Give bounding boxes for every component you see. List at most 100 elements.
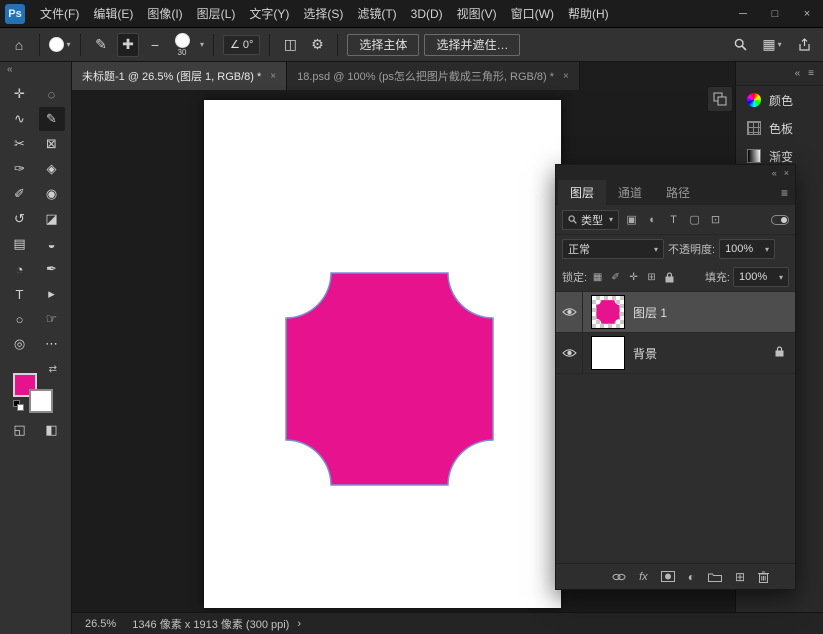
healing-brush-tool[interactable]: ◈ xyxy=(39,157,65,181)
menu-file[interactable]: 文件(F) xyxy=(33,0,86,28)
menu-3d[interactable]: 3D(D) xyxy=(404,0,450,28)
menu-layer[interactable]: 图层(L) xyxy=(190,0,243,28)
magenta-shape[interactable] xyxy=(285,272,495,487)
lock-transparency-icon[interactable]: ▦ xyxy=(590,269,605,285)
filter-toggle[interactable] xyxy=(771,215,789,225)
menu-view[interactable]: 视图(V) xyxy=(450,0,504,28)
select-and-mask-button[interactable]: 选择并遮住… xyxy=(424,34,520,56)
opacity-dropdown[interactable]: 100% ▾ xyxy=(719,239,775,259)
history-brush-tool[interactable]: ↺ xyxy=(7,207,33,231)
brush-angle-field[interactable]: ∠ 0° xyxy=(223,35,260,55)
crop-tool[interactable]: ✂ xyxy=(7,132,33,156)
gradient-tool[interactable]: ▤ xyxy=(7,232,33,256)
menu-help[interactable]: 帮助(H) xyxy=(561,0,616,28)
new-layer-icon[interactable]: ⊞ xyxy=(735,570,745,584)
blend-mode-dropdown[interactable]: 正常 ▾ xyxy=(562,239,664,259)
subtract-from-selection-button[interactable]: − xyxy=(144,33,166,57)
lock-position-icon[interactable]: ✛ xyxy=(626,269,641,285)
brush-size-picker[interactable]: 30 xyxy=(171,33,193,57)
filter-type-layers-icon[interactable]: T xyxy=(665,211,682,228)
collapse-tools-icon[interactable]: « xyxy=(0,62,71,78)
edit-toolbar-button[interactable]: ⋯ xyxy=(39,332,65,356)
pen-tool[interactable]: ✒ xyxy=(39,257,65,281)
close-button[interactable]: × xyxy=(791,0,823,28)
dodge-tool[interactable]: ◔ xyxy=(7,257,33,281)
lock-all-icon[interactable] xyxy=(662,269,677,285)
layer-thumbnail[interactable] xyxy=(591,295,625,329)
menu-window[interactable]: 窗口(W) xyxy=(504,0,561,28)
tab-close-icon[interactable]: × xyxy=(270,71,276,82)
quick-mask-button[interactable]: ◱ xyxy=(7,418,33,442)
filter-smart-objects-icon[interactable]: ⊡ xyxy=(707,211,724,228)
filter-adjustment-layers-icon[interactable]: ◐ xyxy=(644,211,661,228)
panel-menu-icon[interactable]: ≡ xyxy=(774,180,795,205)
layer-thumbnail[interactable] xyxy=(591,336,625,370)
panel-button-swatches[interactable]: 色板 xyxy=(736,114,823,142)
layer-row-layer1[interactable]: 图层 1 xyxy=(556,292,795,333)
swap-colors-icon[interactable]: ⇄ xyxy=(49,364,57,375)
new-selection-button[interactable]: ✎ xyxy=(90,33,112,57)
hand-tool[interactable]: ☞ xyxy=(39,307,65,331)
home-icon[interactable]: ⌂ xyxy=(8,33,30,57)
move-tool[interactable]: ✛ xyxy=(7,82,33,106)
symmetry-icon[interactable]: ◫ xyxy=(279,33,301,57)
new-group-icon[interactable] xyxy=(708,572,722,582)
zoom-tool[interactable]: ◎ xyxy=(7,332,33,356)
marquee-tool[interactable]: ◌ xyxy=(39,82,65,106)
collapse-panel-icon[interactable]: « xyxy=(772,168,777,178)
path-selection-tool[interactable]: ▸ xyxy=(39,282,65,306)
visibility-toggle[interactable] xyxy=(556,333,583,374)
menu-type[interactable]: 文字(Y) xyxy=(242,0,296,28)
zoom-level[interactable]: 26.5% xyxy=(85,618,116,630)
delete-layer-icon[interactable] xyxy=(758,571,769,583)
layer-name[interactable]: 图层 1 xyxy=(633,304,667,321)
menu-select[interactable]: 选择(S) xyxy=(296,0,350,28)
collapsed-panel-group-icon[interactable] xyxy=(707,86,733,112)
layer-style-icon[interactable]: fx xyxy=(639,571,648,583)
adjustment-layer-icon[interactable]: ◐ xyxy=(688,570,695,584)
add-mask-icon[interactable] xyxy=(661,571,675,582)
tool-preset-button[interactable]: ▾ xyxy=(49,33,71,57)
search-icon[interactable] xyxy=(729,33,751,57)
document-tab-untitled[interactable]: 未标题-1 @ 26.5% (图层 1, RGB/8) * × xyxy=(72,62,287,90)
select-subject-button[interactable]: 选择主体 xyxy=(347,34,419,56)
status-chevron-icon[interactable]: › xyxy=(297,618,301,630)
panel-button-color[interactable]: 颜色 xyxy=(736,86,823,114)
quick-selection-tool[interactable]: ✎ xyxy=(39,107,65,131)
screen-mode-button[interactable]: ◧ xyxy=(39,418,65,442)
link-layers-icon[interactable] xyxy=(612,573,626,581)
shape-tool[interactable]: ○ xyxy=(7,307,33,331)
filter-type-dropdown[interactable]: 类型 ▾ xyxy=(562,210,619,230)
lock-pixels-icon[interactable]: ✐ xyxy=(608,269,623,285)
visibility-toggle[interactable] xyxy=(556,292,583,333)
dock-menu-icon[interactable]: ≡ xyxy=(808,68,814,79)
filter-shape-layers-icon[interactable]: ▢ xyxy=(686,211,703,228)
menu-edit[interactable]: 编辑(E) xyxy=(86,0,140,28)
tab-paths[interactable]: 路径 xyxy=(654,180,702,205)
fill-dropdown[interactable]: 100% ▾ xyxy=(733,267,789,287)
eraser-tool[interactable]: ◪ xyxy=(39,207,65,231)
maximize-button[interactable]: □ xyxy=(759,0,791,28)
document-tab-18psd[interactable]: 18.psd @ 100% (ps怎么把图片截成三角形, RGB/8) * × xyxy=(287,62,580,90)
tab-close-icon[interactable]: × xyxy=(563,71,569,82)
eyedropper-tool[interactable]: ✑ xyxy=(7,157,33,181)
menu-image[interactable]: 图像(I) xyxy=(140,0,189,28)
clone-stamp-tool[interactable]: ◉ xyxy=(39,182,65,206)
share-icon[interactable] xyxy=(793,33,815,57)
close-panel-icon[interactable]: × xyxy=(784,168,789,178)
document-canvas[interactable] xyxy=(204,100,561,608)
tab-channels[interactable]: 通道 xyxy=(606,180,654,205)
tab-layers[interactable]: 图层 xyxy=(558,180,606,205)
background-color-swatch[interactable] xyxy=(29,389,53,413)
add-to-selection-button[interactable]: ✚ xyxy=(117,33,139,57)
menu-filter[interactable]: 滤镜(T) xyxy=(350,0,403,28)
frame-tool[interactable]: ⊠ xyxy=(39,132,65,156)
minimize-button[interactable]: ─ xyxy=(727,0,759,28)
type-tool[interactable]: T xyxy=(7,282,33,306)
workspace-switcher[interactable]: ▦▾ xyxy=(761,33,783,57)
collapse-panels-icon[interactable]: « xyxy=(795,68,801,79)
default-colors-icon[interactable] xyxy=(13,400,24,411)
brush-tool[interactable]: ✐ xyxy=(7,182,33,206)
caret-icon[interactable]: ▾ xyxy=(200,40,204,49)
lock-artboard-icon[interactable]: ⊞ xyxy=(644,269,659,285)
